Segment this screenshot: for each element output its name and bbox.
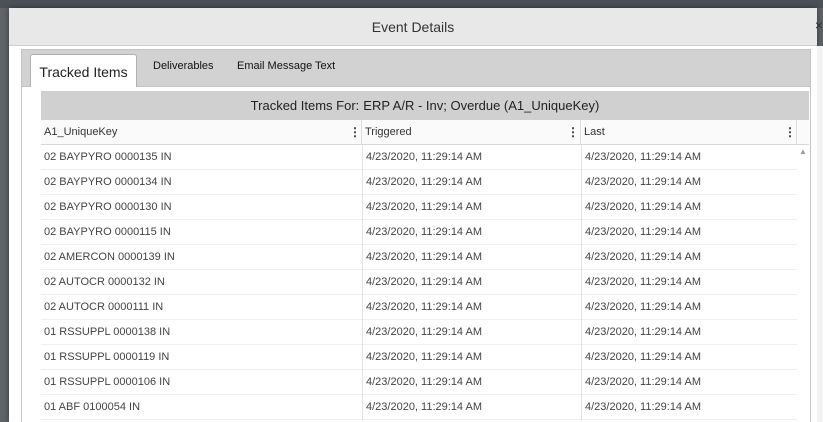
table-row[interactable]: 01 ABF 0100054 IN 4/23/2020, 11:29:14 AM… <box>41 395 797 420</box>
table-row[interactable]: 02 AMERCON 0000139 IN 4/23/2020, 11:29:1… <box>41 245 797 270</box>
cell-unique-key: 02 AUTOCR 0000111 IN <box>44 301 164 313</box>
cell-last: 4/23/2020, 11:29:14 AM <box>581 145 801 170</box>
tab-deliverables[interactable]: Deliverables <box>153 60 214 72</box>
cell-last: 4/23/2020, 11:29:14 AM <box>581 345 801 370</box>
table-row[interactable]: 02 BAYPYRO 0000135 IN 4/23/2020, 11:29:1… <box>41 145 797 170</box>
dialog-title: Event Details <box>371 18 455 35</box>
scroll-up-icon[interactable]: ▲ <box>798 147 808 157</box>
column-menu-icon[interactable]: ⋮ <box>567 120 579 144</box>
column-header-unique-key[interactable]: A1_UniqueKey <box>41 120 362 144</box>
tracked-items-panel: Tracked Items For: ERP A/R - Inv; Overdu… <box>21 87 811 422</box>
vertical-scrollbar[interactable]: ▲ <box>797 145 809 422</box>
cell-last: 4/23/2020, 11:29:14 AM <box>581 170 801 195</box>
column-header-last[interactable]: Last <box>581 120 797 144</box>
cell-triggered: 4/23/2020, 11:29:14 AM <box>362 370 584 395</box>
table-row[interactable]: 02 BAYPYRO 0000130 IN 4/23/2020, 11:29:1… <box>41 195 797 220</box>
column-header-label: Last <box>584 126 605 138</box>
cell-last: 4/23/2020, 11:29:14 AM <box>581 295 801 320</box>
dialog-titlebar: Event Details <box>9 8 817 46</box>
cell-triggered: 4/23/2020, 11:29:14 AM <box>362 145 584 170</box>
cell-triggered: 4/23/2020, 11:29:14 AM <box>362 220 584 245</box>
cell-last: 4/23/2020, 11:29:14 AM <box>581 395 801 420</box>
cell-unique-key: 02 BAYPYRO 0000134 IN <box>44 176 172 188</box>
cell-unique-key: 02 BAYPYRO 0000135 IN <box>44 151 172 163</box>
table-row[interactable]: 02 BAYPYRO 0000134 IN 4/23/2020, 11:29:1… <box>41 170 797 195</box>
tab-bar: Tracked Items Deliverables Email Message… <box>21 49 811 89</box>
cell-unique-key: 02 BAYPYRO 0000130 IN <box>44 201 172 213</box>
cell-triggered: 4/23/2020, 11:29:14 AM <box>362 270 584 295</box>
cell-unique-key: 02 BAYPYRO 0000115 IN <box>44 226 171 238</box>
cell-triggered: 4/23/2020, 11:29:14 AM <box>362 345 584 370</box>
grid-title-subject: ERP A/R - Inv; Overdue (A1_UniqueKey) <box>363 98 600 113</box>
tab-email-message-text[interactable]: Email Message Text <box>237 60 335 72</box>
cell-triggered: 4/23/2020, 11:29:14 AM <box>362 395 584 420</box>
grid-body: 02 BAYPYRO 0000135 IN 4/23/2020, 11:29:1… <box>41 145 809 422</box>
cell-unique-key: 02 AUTOCR 0000132 IN <box>44 276 165 288</box>
tab-tracked-items[interactable]: Tracked Items <box>30 54 137 89</box>
grid-header: A1_UniqueKey ⋮ Triggered ⋮ Last ⋮ <box>41 120 809 145</box>
column-header-triggered[interactable]: Triggered <box>362 120 581 144</box>
table-row[interactable]: 02 AUTOCR 0000111 IN 4/23/2020, 11:29:14… <box>41 295 797 320</box>
column-header-label: A1_UniqueKey <box>44 126 118 138</box>
column-header-label: Triggered <box>365 126 412 138</box>
column-menu-icon[interactable]: ⋮ <box>784 120 796 144</box>
cell-triggered: 4/23/2020, 11:29:14 AM <box>362 195 584 220</box>
grid-title: Tracked Items For: ERP A/R - Inv; Overdu… <box>41 91 809 120</box>
cell-triggered: 4/23/2020, 11:29:14 AM <box>362 295 584 320</box>
cell-triggered: 4/23/2020, 11:29:14 AM <box>362 245 584 270</box>
table-row[interactable]: 02 BAYPYRO 0000115 IN 4/23/2020, 11:29:1… <box>41 220 797 245</box>
background-window <box>0 0 823 8</box>
cell-last: 4/23/2020, 11:29:14 AM <box>581 220 801 245</box>
cell-last: 4/23/2020, 11:29:14 AM <box>581 320 801 345</box>
cell-last: 4/23/2020, 11:29:14 AM <box>581 195 801 220</box>
cell-last: 4/23/2020, 11:29:14 AM <box>581 370 801 395</box>
cell-triggered: 4/23/2020, 11:29:14 AM <box>362 320 584 345</box>
cell-last: 4/23/2020, 11:29:14 AM <box>581 245 801 270</box>
cell-unique-key: 01 RSSUPPL 0000138 IN <box>44 326 171 338</box>
table-row[interactable]: 01 RSSUPPL 0000138 IN 4/23/2020, 11:29:1… <box>41 320 797 345</box>
grid-title-prefix: Tracked Items For: <box>250 98 360 113</box>
table-row[interactable]: 02 AUTOCR 0000132 IN 4/23/2020, 11:29:14… <box>41 270 797 295</box>
cell-unique-key: 01 RSSUPPL 0000119 IN <box>44 351 170 363</box>
background-scrollbar <box>817 46 823 422</box>
cell-triggered: 4/23/2020, 11:29:14 AM <box>362 170 584 195</box>
event-details-dialog: Event Details Tracked Items Deliverables… <box>9 8 817 422</box>
table-row[interactable]: 01 RSSUPPL 0000119 IN 4/23/2020, 11:29:1… <box>41 345 797 370</box>
cell-unique-key: 01 ABF 0100054 IN <box>44 401 141 413</box>
column-menu-icon[interactable]: ⋮ <box>349 120 361 144</box>
cell-unique-key: 02 AMERCON 0000139 IN <box>44 251 175 263</box>
table-row[interactable]: 01 RSSUPPL 0000106 IN 4/23/2020, 11:29:1… <box>41 370 797 395</box>
cell-last: 4/23/2020, 11:29:14 AM <box>581 270 801 295</box>
cell-unique-key: 01 RSSUPPL 0000106 IN <box>44 376 171 388</box>
close-icon[interactable]: × <box>813 18 823 32</box>
